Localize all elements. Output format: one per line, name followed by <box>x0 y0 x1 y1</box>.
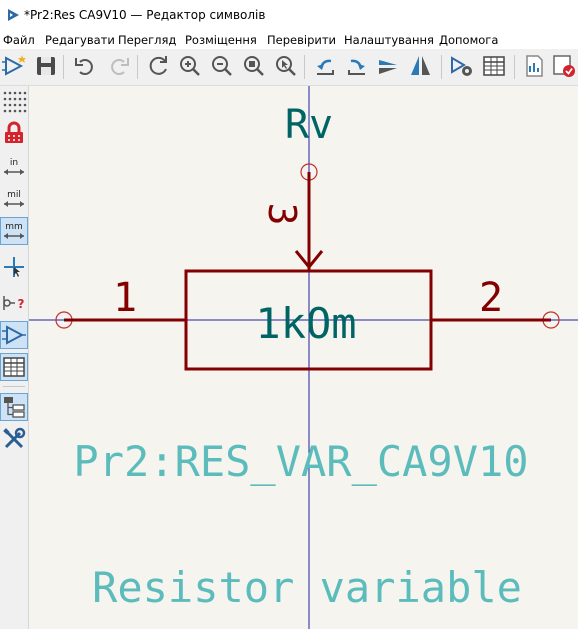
pin-2[interactable]: 2 <box>431 275 560 329</box>
lock-icon[interactable] <box>1 120 27 146</box>
symbol-canvas[interactable]: Rv 3 1 2 1kOm Pr2:RES_VAR_CA9V10 Resisto… <box>29 86 578 629</box>
app-icon <box>8 9 19 21</box>
units-mils-icon[interactable]: mil <box>1 186 27 212</box>
datasheet-icon[interactable] <box>520 52 548 80</box>
toolbar-separator <box>63 55 64 79</box>
zoom-selection-icon[interactable] <box>272 52 300 80</box>
new-symbol-icon[interactable] <box>2 52 30 80</box>
check-symbol-icon[interactable] <box>550 52 578 80</box>
symbol-name-field[interactable]: Pr2:RES_VAR_CA9V10 <box>73 437 528 486</box>
menu-place[interactable]: Розміщення <box>185 32 257 49</box>
toolbar-separator <box>514 55 515 79</box>
units-mm-icon[interactable]: mm <box>0 217 28 245</box>
pin-3-number: 3 <box>260 203 304 226</box>
undo-icon[interactable] <box>71 52 99 80</box>
menu-inspect[interactable]: Перевірити <box>267 32 336 49</box>
units-mils-label: mil <box>7 190 21 200</box>
window-title: *Pr2:Res CA9V10 — Редактор символів <box>24 8 266 22</box>
symbol-editor-icon[interactable] <box>0 321 28 349</box>
toolbar-separator <box>441 55 442 79</box>
main-toolbar <box>0 49 578 86</box>
menu-bar: Файл Редагувати Перегляд Розміщення Пере… <box>0 32 578 49</box>
rotate-ccw-icon[interactable] <box>311 52 339 80</box>
left-toolbar-separator <box>3 386 25 387</box>
menu-view[interactable]: Перегляд <box>118 32 176 49</box>
menu-help[interactable]: Допомога <box>439 32 498 49</box>
refresh-icon[interactable] <box>144 52 172 80</box>
zoom-in-icon[interactable] <box>176 52 204 80</box>
table-icon[interactable] <box>0 353 28 381</box>
grid-icon[interactable] <box>1 88 27 114</box>
rotate-cw-icon[interactable] <box>343 52 371 80</box>
description-field[interactable]: Resistor variable <box>92 563 522 612</box>
pin-3[interactable]: 3 <box>260 163 324 270</box>
toolbar-separator <box>304 55 305 79</box>
tree-icon[interactable] <box>0 393 28 421</box>
svg-text:?: ? <box>18 297 25 311</box>
save-icon[interactable] <box>32 52 60 80</box>
pin-1[interactable]: 1 <box>55 275 186 329</box>
left-toolbar: in mil mm ? <box>0 86 29 629</box>
units-inches-label: in <box>10 158 18 168</box>
menu-edit[interactable]: Редагувати <box>45 32 115 49</box>
pin-2-number: 2 <box>479 275 503 321</box>
units-inches-icon[interactable]: in <box>1 154 27 180</box>
title-bar: *Pr2:Res CA9V10 — Редактор символів <box>0 0 578 32</box>
pin-types-icon[interactable]: ? <box>1 290 27 316</box>
mirror-horizontal-icon[interactable] <box>407 52 435 80</box>
pin-table-icon[interactable] <box>480 52 508 80</box>
zoom-fit-icon[interactable] <box>240 52 268 80</box>
mirror-vertical-icon[interactable] <box>375 52 403 80</box>
units-mm-label: mm <box>5 222 23 232</box>
symbol-properties-icon[interactable] <box>448 52 476 80</box>
reference-field[interactable]: Rv <box>285 102 333 148</box>
tools-icon[interactable] <box>1 426 27 452</box>
cursor-icon[interactable] <box>1 254 27 280</box>
redo-icon[interactable] <box>105 52 133 80</box>
value-field[interactable]: 1kOm <box>255 299 356 348</box>
zoom-out-icon[interactable] <box>208 52 236 80</box>
toolbar-separator <box>137 55 138 79</box>
pin-1-number: 1 <box>113 275 137 321</box>
menu-preferences[interactable]: Налаштування <box>344 32 434 49</box>
menu-file[interactable]: Файл <box>3 32 35 49</box>
